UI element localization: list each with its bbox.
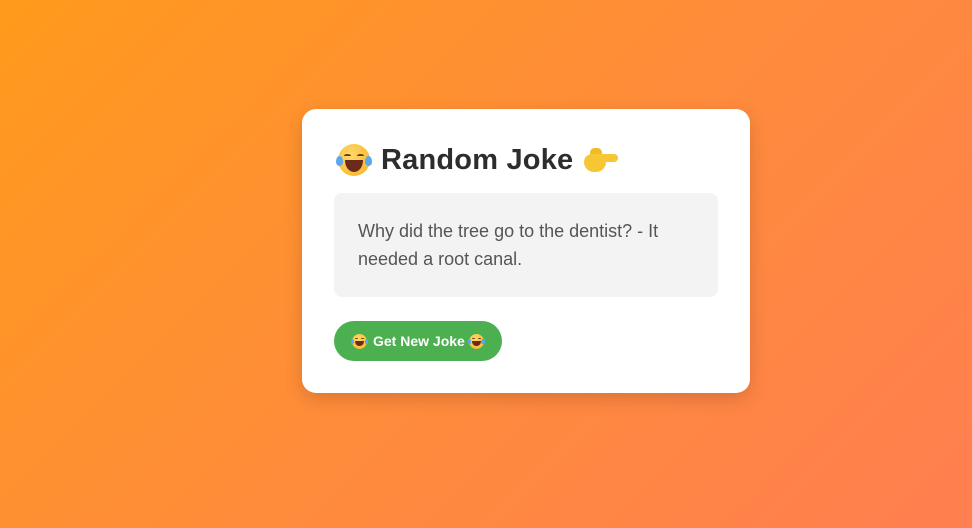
- card-title: Random Joke: [336, 141, 718, 179]
- joke-text: Why did the tree go to the dentist? - It…: [358, 221, 659, 269]
- get-new-joke-button[interactable]: Get New Joke: [334, 321, 502, 361]
- card-title-text: Random Joke: [381, 143, 574, 176]
- joke-card: Random Joke Why did the tree go to the d…: [302, 109, 750, 393]
- get-new-joke-button-label: Get New Joke: [373, 333, 465, 349]
- laughing-tears-emoji-icon: [336, 144, 372, 176]
- laughing-tears-emoji-icon: [467, 333, 485, 349]
- pointing-hand-emoji-icon: [584, 146, 619, 174]
- joke-box: Why did the tree go to the dentist? - It…: [334, 193, 718, 297]
- laughing-tears-emoji-icon: [351, 333, 368, 349]
